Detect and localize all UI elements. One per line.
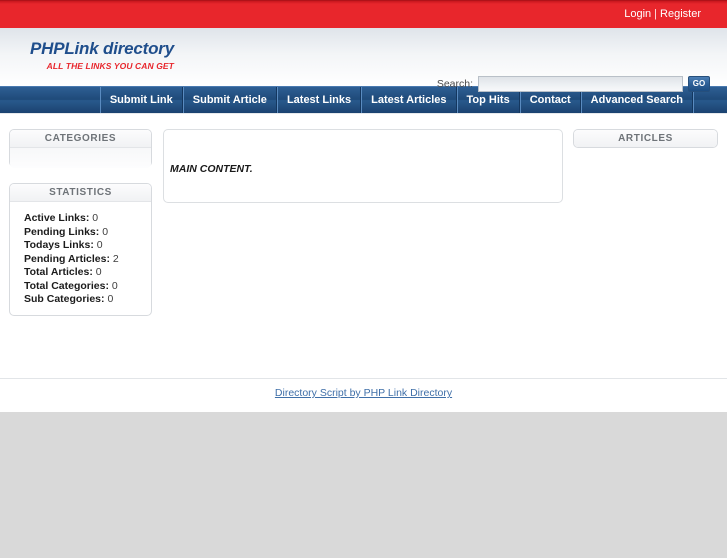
stat-row-pending-links: Pending Links: 0 (24, 226, 151, 240)
stat-label-pending-links: Pending Links: (24, 225, 100, 238)
site-logo[interactable]: PHPLink directory ALL THE LINKS YOU CAN … (30, 39, 174, 71)
account-links-separator: | (654, 8, 658, 20)
statistics-panel: STATISTICS Active Links: 0 Pending Links… (9, 183, 152, 316)
page-body: CATEGORIES STATISTICS Active Links: 0 Pe… (0, 113, 727, 378)
articles-panel: ARTICLES (573, 129, 718, 148)
stat-label-todays-links: Todays Links: (24, 239, 94, 251)
logo-tagline: ALL THE LINKS YOU CAN GET (46, 60, 174, 71)
stat-label-total-categories: Total Categories: (24, 279, 109, 292)
stat-value-sub-categories: 0 (107, 293, 114, 305)
articles-panel-title: ARTICLES (574, 130, 717, 147)
top-bar: Login | Register (0, 0, 727, 28)
login-link[interactable]: Login (624, 8, 651, 20)
site-header: PHPLink directory ALL THE LINKS YOU CAN … (0, 28, 727, 92)
stat-label-pending-articles: Pending Articles: (24, 252, 110, 265)
stat-value-total-articles: 0 (95, 266, 102, 278)
right-sidebar: ARTICLES (573, 129, 718, 148)
footer-credit-link[interactable]: Directory Script by PHP Link Directory (275, 387, 452, 399)
stat-label-active-links: Active Links: (24, 212, 90, 224)
register-link[interactable]: Register (660, 8, 701, 20)
search-go-button[interactable]: GO (688, 76, 710, 92)
stat-value-pending-articles: 2 (112, 252, 119, 265)
stat-label-total-articles: Total Articles: (24, 266, 93, 278)
nav-item-submit-article[interactable]: Submit Article (182, 87, 277, 113)
account-links: Login | Register (624, 8, 701, 20)
categories-panel-title: CATEGORIES (10, 130, 151, 148)
main-content-text: MAIN CONTENT. (170, 163, 253, 175)
statistics-list: Active Links: 0 Pending Links: 0 Todays … (10, 202, 151, 307)
stat-label-sub-categories: Sub Categories: (24, 293, 105, 305)
stat-row-todays-links: Todays Links: 0 (24, 239, 151, 253)
nav-item-submit-link[interactable]: Submit Link (99, 87, 183, 113)
search-label: Search: (436, 78, 473, 90)
search-area: Search: GO (437, 76, 710, 92)
site-footer: Directory Script by PHP Link Directory (0, 378, 727, 412)
categories-panel-body (10, 148, 151, 168)
stat-row-sub-categories: Sub Categories: 0 (24, 293, 151, 307)
stat-value-pending-links: 0 (102, 225, 109, 238)
stat-row-total-categories: Total Categories: 0 (24, 280, 151, 294)
stat-row-pending-articles: Pending Articles: 2 (24, 253, 151, 267)
stat-value-todays-links: 0 (96, 239, 103, 251)
categories-panel: CATEGORIES (9, 129, 152, 168)
stat-row-total-articles: Total Articles: 0 (24, 266, 151, 280)
page-bottom-area (0, 412, 727, 558)
statistics-panel-title: STATISTICS (10, 184, 151, 202)
stat-row-active-links: Active Links: 0 (24, 212, 151, 226)
logo-title: PHPLink directory (30, 39, 174, 58)
nav-item-latest-links[interactable]: Latest Links (276, 87, 362, 113)
stat-value-active-links: 0 (92, 212, 99, 224)
left-sidebar: CATEGORIES STATISTICS Active Links: 0 Pe… (9, 129, 152, 316)
stat-value-total-categories: 0 (111, 279, 118, 292)
main-content-panel: MAIN CONTENT. (163, 129, 563, 203)
search-input[interactable] (478, 76, 683, 92)
main-content-column: MAIN CONTENT. (163, 129, 563, 203)
